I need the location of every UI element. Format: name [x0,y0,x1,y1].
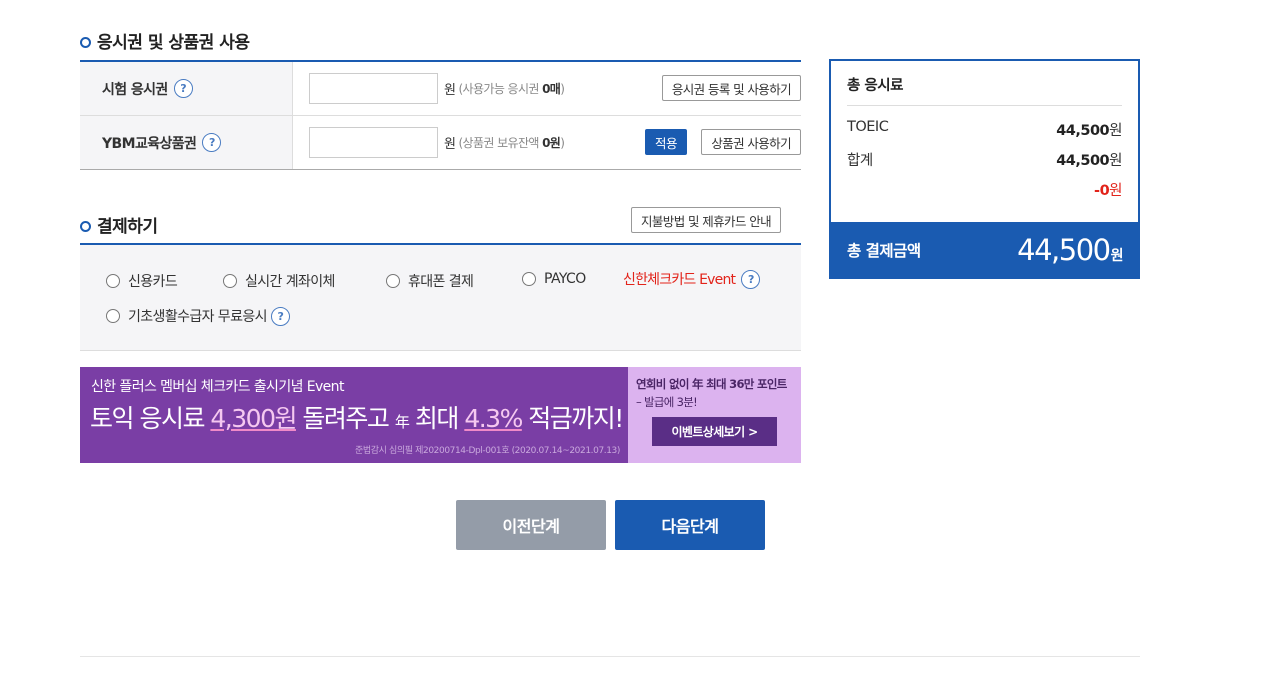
banner-left: 신한 플러스 멤버십 체크카드 출시기념 Event 토익 응시료 4,300원… [80,367,628,463]
event-detail-button[interactable]: 이벤트상세보기 > [652,417,777,446]
radio-mobile-payment[interactable]: 휴대폰 결제 [386,271,474,291]
payment-methods-box: 신용카드 실시간 계좌이체 휴대폰 결제 PAYCO 신한체크카드 Event … [80,243,801,351]
next-step-button[interactable]: 다음단계 [615,500,765,550]
radio-credit-card[interactable]: 신용카드 [106,271,178,291]
voucher-section-title-text: 응시권 및 상품권 사용 [97,33,250,53]
bullet-ring-icon [80,36,91,48]
gift-card-balance-hint: (상품권 보유잔액 0원) [458,136,565,150]
voucher-table: 시험 응시권 ? 원 (사용가능 응시권 0매) 응시권 등록 및 사용하기 Y… [80,60,801,170]
radio-payco[interactable]: PAYCO [522,271,586,287]
total-payment-label: 총 결제금액 [847,241,921,260]
banner-right-subline: – 발급에 3분! [636,395,698,409]
voucher-available-hint: (사용가능 응시권 0매) [458,82,565,96]
radio-free-exam[interactable]: 기초생활수급자 무료응시 ? [106,306,290,326]
summary-row-toeic: TOEIC 44,500원 [847,119,1122,139]
gift-card-row: YBM교육상품권 ? 원 (상품권 보유잔액 0원) 적용 상품권 사용하기 [80,116,801,170]
exam-voucher-label-text: 시험 응시권 [102,81,168,98]
banner-right-headline: 연회비 없이 年 최대 36만 포인트 [636,377,787,391]
use-gift-card-button[interactable]: 상품권 사용하기 [701,129,801,155]
footer-divider [80,656,1140,657]
help-icon[interactable]: ? [173,79,193,98]
voucher-section-title: 응시권 및 상품권 사용 [80,28,250,53]
bullet-ring-icon [80,220,91,232]
banner-main-copy: 토익 응시료 4,300원 돌려주고 年 최대 4.3% 적금까지! [90,404,624,433]
radio-bank-transfer[interactable]: 실시간 계좌이체 [223,271,335,291]
payment-section-title: 결제하기 [80,212,158,237]
help-icon[interactable]: ? [270,306,290,326]
help-icon[interactable]: ? [741,269,761,289]
gift-card-input[interactable] [309,127,438,158]
payment-section-title-text: 결제하기 [97,217,158,237]
exam-voucher-input[interactable] [309,73,438,104]
gift-card-label-text: YBM교육상품권 [102,135,197,152]
banner-right: 연회비 없이 年 최대 36만 포인트 – 발급에 3분! 이벤트상세보기 > [628,367,801,463]
unit-label: 원 [444,137,456,152]
banner-headline: 신한 플러스 멤버십 체크카드 출시기념 Event [91,379,344,395]
summary-divider [847,105,1122,106]
radio-circle[interactable] [522,272,536,286]
fee-summary-box: 총 응시료 TOEIC 44,500원 합계 44,500원 -0원 총 결제금… [829,59,1140,279]
exam-voucher-label: 시험 응시권 ? [80,62,293,115]
banner-legal-text: 준법감시 심의필 제20200714-Dpl-001호 (2020.07.14~… [355,446,620,456]
summary-title: 총 응시료 [847,78,903,94]
summary-discount: -0원 [1094,183,1122,199]
gift-card-cell: 원 (상품권 보유잔액 0원) 적용 상품권 사용하기 [293,116,801,169]
help-icon[interactable]: ? [202,133,222,152]
total-payment-amount: 44,500원 [1017,232,1123,267]
shinhan-event-link[interactable]: 신한체크카드 Event ? [623,269,761,289]
apply-gift-card-button[interactable]: 적용 [644,129,687,155]
register-voucher-button[interactable]: 응시권 등록 및 사용하기 [661,75,801,101]
summary-row-subtotal: 합계 44,500원 [847,153,1122,169]
radio-circle[interactable] [386,274,400,288]
exam-voucher-row: 시험 응시권 ? 원 (사용가능 응시권 0매) 응시권 등록 및 사용하기 [80,62,801,116]
shinhan-card-banner[interactable]: 신한 플러스 멤버십 체크카드 출시기념 Event 토익 응시료 4,300원… [80,367,801,463]
previous-step-button[interactable]: 이전단계 [456,500,606,550]
exam-voucher-cell: 원 (사용가능 응시권 0매) 응시권 등록 및 사용하기 [293,62,801,115]
radio-circle[interactable] [106,274,120,288]
gift-card-label: YBM교육상품권 ? [80,116,293,169]
radio-circle[interactable] [223,274,237,288]
payment-guide-button[interactable]: 지불방법 및 제휴카드 안내 [631,207,782,233]
radio-circle[interactable] [106,309,120,323]
total-payment-bar: 총 결제금액 44,500원 [831,222,1138,277]
unit-label: 원 [444,83,456,98]
